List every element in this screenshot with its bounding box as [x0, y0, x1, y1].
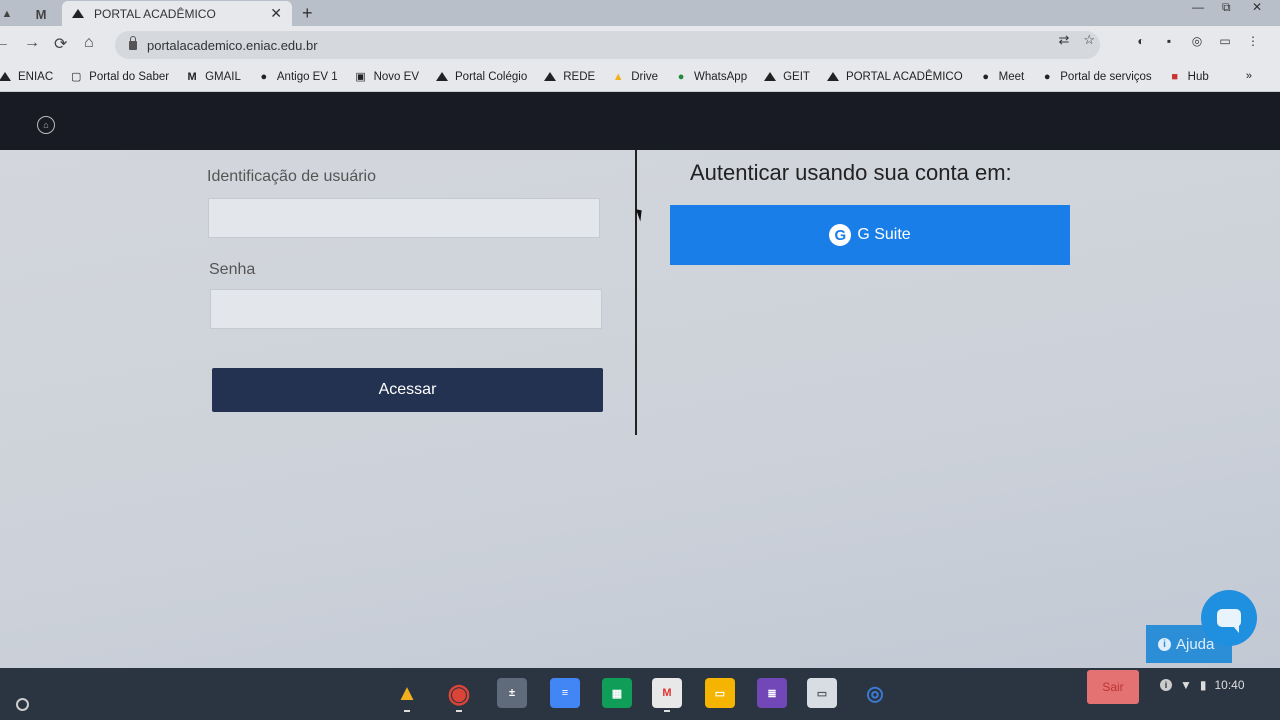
- extension-icon[interactable]: ▪: [1162, 34, 1176, 48]
- bookmark-antigo-ev[interactable]: ● Antigo EV 1: [257, 70, 338, 83]
- bookmark-drive[interactable]: ▲ Drive: [611, 70, 658, 83]
- home-icon[interactable]: ⌂: [37, 116, 55, 134]
- translate-icon[interactable]: ⇄: [1058, 32, 1069, 48]
- whatsapp-extension-icon[interactable]: ◎: [1190, 34, 1204, 48]
- forms-app-icon[interactable]: ≣: [757, 678, 787, 708]
- meet-icon: ●: [982, 70, 989, 83]
- user-id-input[interactable]: [208, 198, 600, 238]
- ev-icon: ▣: [355, 71, 366, 83]
- password-input[interactable]: [210, 289, 602, 329]
- gsuite-label: G Suite: [857, 226, 911, 243]
- globe-icon: ●: [1043, 70, 1051, 83]
- reload-button[interactable]: ⟳: [54, 34, 67, 54]
- page-icon: ▢: [70, 71, 82, 83]
- portal-icon: [435, 70, 449, 83]
- section-divider: [635, 150, 637, 435]
- bookmark-meet[interactable]: ● Meet: [979, 70, 1024, 83]
- login-button[interactable]: Acessar: [212, 368, 603, 412]
- pinned-tab-gmail[interactable]: M: [26, 2, 56, 26]
- screen-recorder-app-icon[interactable]: ◎: [860, 678, 890, 708]
- back-button[interactable]: ←: [0, 34, 10, 52]
- notification-icon: i: [1160, 679, 1172, 691]
- tab-title: PORTAL ACADÊMICO: [94, 6, 216, 21]
- bookmark-whatsapp[interactable]: ● WhatsApp: [674, 70, 747, 83]
- url-text: portalacademico.eniac.edu.br: [147, 37, 318, 53]
- sheets-app-icon[interactable]: ▦: [602, 678, 632, 708]
- portal-icon: [543, 70, 557, 83]
- battery-icon: ▮: [1199, 678, 1207, 692]
- bookmark-portal-de-servicos[interactable]: ● Portal de serviços: [1040, 70, 1152, 83]
- bookmark-star-icon[interactable]: ☆: [1083, 32, 1095, 48]
- bookmarks-bar: ENIAC ▢ Portal do Saber M GMAIL ● Antigo EV…: [0, 62, 1280, 92]
- bookmark-geit[interactable]: GEIT: [763, 70, 810, 83]
- calculator-app-icon[interactable]: ±: [497, 678, 527, 708]
- tab-portal-academico[interactable]: PORTAL ACADÊMICO ✕: [62, 1, 292, 26]
- chat-bubble-icon: [1217, 609, 1241, 633]
- pinned-tab-drive[interactable]: ▲: [0, 2, 22, 26]
- sair-button[interactable]: Sair: [1087, 670, 1139, 704]
- browser-toolbar: ← → ⟳ ⌂ portalacademico.eniac.edu.br ⇄ ☆…: [0, 26, 1280, 62]
- user-id-label: Identificação de usuário: [207, 168, 376, 185]
- portal-icon: [72, 9, 84, 18]
- launcher-icon[interactable]: [16, 698, 29, 711]
- bookmark-gmail[interactable]: M GMAIL: [185, 70, 240, 83]
- site-header: ⌂: [0, 92, 1280, 150]
- docs-app-icon[interactable]: ≡: [550, 678, 580, 708]
- lock-icon: [129, 35, 137, 50]
- drive-icon: ▲: [1, 8, 13, 20]
- home-button[interactable]: ⌂: [84, 34, 94, 52]
- gmail-icon: M: [187, 70, 197, 83]
- minimize-button[interactable]: —: [1192, 0, 1204, 14]
- gsuite-login-button[interactable]: G G Suite: [670, 205, 1070, 265]
- system-tray[interactable]: i ▼ ▮ 10:40: [1160, 678, 1245, 692]
- close-tab-icon[interactable]: ✕: [270, 5, 282, 22]
- os-shelf: ▲ ◉ ± ≡ ▦ M ▭ ≣ ▭ ◎ Sair i ▼ ▮ 10:40: [0, 668, 1280, 720]
- running-indicator: [664, 710, 670, 712]
- menu-icon[interactable]: ⋮: [1246, 34, 1260, 48]
- bookmark-novo-ev[interactable]: ▣ Novo EV: [354, 70, 419, 84]
- mouse-cursor: [635, 207, 646, 222]
- address-bar[interactable]: portalacademico.eniac.edu.br: [115, 31, 1100, 59]
- cast-icon[interactable]: ▭: [1218, 34, 1232, 48]
- drive-icon: ▲: [612, 70, 624, 83]
- gmail-app-icon[interactable]: M: [652, 678, 682, 708]
- more-bookmarks-button[interactable]: »: [1246, 70, 1252, 82]
- portal-icon: [0, 70, 12, 83]
- drive-app-icon[interactable]: ▲: [392, 678, 422, 708]
- clock: 10:40: [1214, 678, 1245, 692]
- whatsapp-icon: ●: [677, 70, 685, 83]
- new-tab-button[interactable]: +: [302, 3, 313, 24]
- bookmark-rede[interactable]: REDE: [543, 70, 595, 83]
- restore-button[interactable]: ⧉: [1222, 0, 1231, 15]
- slides-app-icon[interactable]: ▭: [705, 678, 735, 708]
- login-page: Identificação de usuário Senha Acessar A…: [0, 150, 1280, 668]
- running-indicator: [456, 710, 462, 712]
- password-label: Senha: [209, 261, 256, 278]
- browser-tab-bar: ▲ M PORTAL ACADÊMICO ✕ + — ⧉ ✕: [0, 0, 1280, 26]
- bookmark-eniac[interactable]: ENIAC: [0, 70, 53, 83]
- portal-icon: [763, 70, 777, 83]
- close-window-button[interactable]: ✕: [1252, 0, 1262, 14]
- wifi-icon: ▼: [1180, 678, 1192, 692]
- bookmark-hub[interactable]: ■ Hub: [1168, 70, 1208, 83]
- bookmark-portal-colegio[interactable]: Portal Colégio: [435, 70, 527, 83]
- forward-button[interactable]: →: [24, 34, 40, 52]
- globe-icon: ●: [260, 70, 268, 83]
- extension-icon[interactable]: ◐: [1134, 34, 1148, 48]
- portal-icon: [826, 70, 840, 83]
- google-icon: G: [829, 224, 852, 246]
- info-icon: i: [1158, 637, 1171, 651]
- gmail-icon: M: [35, 6, 47, 22]
- bookmark-portal-do-saber[interactable]: ▢ Portal do Saber: [69, 70, 169, 84]
- running-indicator: [404, 710, 410, 712]
- chat-app-icon[interactable]: ▭: [807, 678, 837, 708]
- chrome-app-icon[interactable]: ◉: [444, 678, 474, 708]
- bookmark-portal-academico[interactable]: PORTAL ACADÊMICO: [826, 70, 963, 83]
- sso-title: Autenticar usando sua conta em:: [690, 160, 1012, 185]
- chat-widget-button[interactable]: [1201, 590, 1257, 646]
- hub-icon: ■: [1171, 70, 1178, 83]
